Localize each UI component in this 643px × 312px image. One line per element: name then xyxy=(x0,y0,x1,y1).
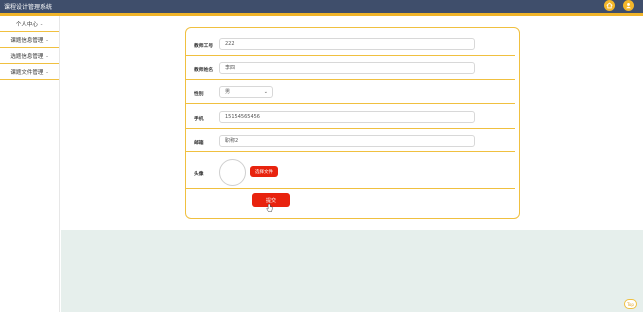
divider xyxy=(186,188,515,189)
sidebar-item-label: 选题信息管理 xyxy=(10,53,44,60)
home-icon xyxy=(606,2,613,9)
profile-form: 教师工号 222 教师姓名 李四 性别 男 ⌄ 手机 15154565456 邮… xyxy=(185,27,520,219)
user-button[interactable] xyxy=(623,0,634,11)
top-header: 课程设计管理系统 xyxy=(0,0,643,13)
sidebar-item-label: 个人中心 xyxy=(15,21,38,28)
sidebar-item-topic-info[interactable]: 课题信息管理 ⌄ xyxy=(0,32,59,48)
email-field[interactable]: 职称2 xyxy=(219,135,475,147)
employee-id-field[interactable]: 222 xyxy=(219,38,475,50)
chevron-down-icon: ⌄ xyxy=(45,69,49,74)
divider xyxy=(186,79,515,80)
divider xyxy=(186,55,515,56)
sidebar: 个人中心 ⌄ 课题信息管理 ⌄ 选题信息管理 ⌄ 课题文件管理 ⌄ xyxy=(0,16,60,312)
sidebar-item-selection-info[interactable]: 选题信息管理 ⌄ xyxy=(0,48,59,64)
teacher-name-label: 教师姓名 xyxy=(194,68,214,73)
chevron-down-icon: ⌄ xyxy=(45,37,49,42)
choose-file-button[interactable]: 选择文件 xyxy=(250,166,278,177)
avatar xyxy=(219,159,246,186)
phone-label: 手机 xyxy=(194,117,204,122)
teacher-name-field[interactable]: 李四 xyxy=(219,62,475,74)
header-accent-strip xyxy=(0,13,643,16)
divider xyxy=(186,103,515,104)
divider xyxy=(186,128,515,129)
employee-id-label: 教师工号 xyxy=(194,44,214,49)
chevron-down-icon: ⌄ xyxy=(39,21,44,26)
sidebar-item-personal-center[interactable]: 个人中心 ⌄ xyxy=(0,16,59,32)
sidebar-item-topic-files[interactable]: 课题文件管理 ⌄ xyxy=(0,64,59,80)
divider xyxy=(186,151,515,152)
app-title: 课程设计管理系统 xyxy=(4,4,53,11)
email-label: 邮箱 xyxy=(194,141,204,146)
chevron-down-icon: ⌄ xyxy=(263,89,268,95)
sidebar-item-label: 课题文件管理 xyxy=(10,69,44,76)
gender-select[interactable]: 男 ⌄ xyxy=(219,86,273,98)
user-icon xyxy=(626,3,631,9)
chevron-down-icon: ⌄ xyxy=(45,53,49,58)
pointer-cursor-icon xyxy=(266,204,273,212)
avatar-label: 头像 xyxy=(194,172,204,177)
home-button[interactable] xyxy=(604,0,615,11)
content-background xyxy=(61,230,643,312)
sidebar-item-label: 课题信息管理 xyxy=(10,37,44,44)
back-to-top-button[interactable]: Top xyxy=(624,299,637,309)
gender-value: 男 xyxy=(225,89,231,95)
phone-field[interactable]: 15154565456 xyxy=(219,111,475,123)
gender-label: 性别 xyxy=(194,92,204,97)
